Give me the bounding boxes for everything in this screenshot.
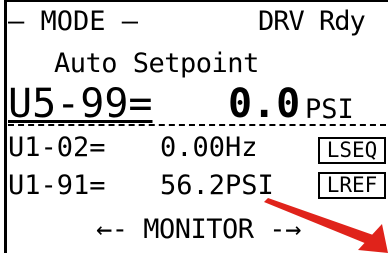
separator-dashed-line bbox=[8, 124, 386, 126]
lcd-display: – MODE – DRV Rdy Auto Setpoint U5-99= 0.… bbox=[0, 0, 388, 253]
annotation-arrow-head bbox=[358, 224, 388, 253]
drive-status: DRV Rdy bbox=[258, 6, 366, 37]
monitor-value-output-frequency: 0.00Hz bbox=[160, 132, 258, 163]
setpoint-unit: PSI bbox=[305, 94, 354, 125]
setpoint-parameter-code: U5-99= bbox=[8, 81, 153, 127]
lref-indicator: LREF bbox=[318, 172, 386, 199]
mode-title: – MODE – bbox=[8, 6, 139, 37]
monitor-code-feedback: U1-91= bbox=[8, 170, 106, 201]
monitor-code-output-frequency: U1-02= bbox=[8, 132, 106, 163]
monitor-navigation-label[interactable]: ←- MONITOR -→ bbox=[96, 216, 301, 243]
setpoint-value[interactable]: 0.0 bbox=[228, 84, 300, 124]
monitor-value-feedback: 56.2PSI bbox=[160, 170, 274, 201]
display-frame-top bbox=[4, 0, 388, 2]
display-frame-left bbox=[4, 0, 7, 253]
screen-subtitle: Auto Setpoint bbox=[54, 48, 259, 79]
lseq-indicator: LSEQ bbox=[318, 137, 386, 164]
